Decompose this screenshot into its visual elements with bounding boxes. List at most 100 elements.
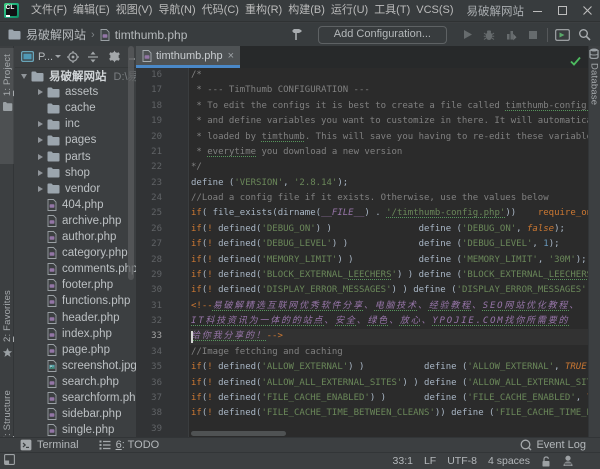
expand-arrow-icon[interactable]: [38, 186, 43, 192]
tree-item-vendor[interactable]: vendor: [15, 181, 136, 197]
code-line-23[interactable]: define ('VERSION', '2.8.14');: [191, 176, 348, 191]
tree-item-shop[interactable]: shop: [15, 165, 136, 181]
locate-file-button[interactable]: [67, 51, 79, 63]
editor-gutter[interactable]: 1617181920212223242526272829303132333435…: [136, 68, 189, 437]
code-line-36[interactable]: if(! defined('ALLOW_ALL_EXTERNAL_SITES')…: [191, 376, 588, 391]
run-anything-button[interactable]: [551, 26, 573, 44]
code-line-21[interactable]: * everytime you download a new version: [191, 145, 402, 160]
tool-button-project[interactable]: 1: Project: [0, 48, 14, 164]
code-line-20[interactable]: * loaded by timthumb. This will save you…: [191, 130, 588, 145]
code-line-28[interactable]: if(! defined('MEMORY_LIMIT') ) define ('…: [191, 253, 587, 268]
code-line-24[interactable]: //Load a config file if it exists. Other…: [191, 191, 549, 206]
tree-item-page.php[interactable]: page.php: [15, 342, 136, 358]
code-line-38[interactable]: if(! defined('FILE_CACHE_TIME_BETWEEN_CL…: [191, 406, 588, 421]
tree-item-functions.php[interactable]: functions.php: [15, 293, 136, 309]
code-line-37[interactable]: if(! defined('FILE_CACHE_ENABLED') ) def…: [191, 391, 588, 406]
menu-VCS(S)[interactable]: VCS(S): [413, 0, 456, 21]
tree-item-author.php[interactable]: author.php: [15, 229, 136, 245]
expand-arrow-icon[interactable]: [21, 74, 27, 79]
tree-item-404.php[interactable]: 404.php: [15, 197, 136, 213]
tree-item-inc[interactable]: inc: [15, 116, 136, 132]
encoding-widget[interactable]: UTF-8: [447, 455, 477, 467]
project-settings-button[interactable]: [108, 50, 121, 63]
menu-导航(N)[interactable]: 导航(N): [155, 0, 198, 21]
tree-item-footer.php[interactable]: footer.php: [15, 277, 136, 293]
code-line-35[interactable]: if(! defined('ALLOW_EXTERNAL') ) define …: [191, 360, 588, 375]
menu-构建(B)[interactable]: 构建(B): [285, 0, 328, 21]
code-line-27[interactable]: if(! defined('DEBUG_LEVEL') ) define ('D…: [191, 237, 560, 252]
toolwindow-switcher-icon[interactable]: [4, 454, 15, 468]
code-line-30[interactable]: if(! defined('DISPLAY_ERROR_MESSAGES') )…: [191, 283, 588, 298]
code-line-17[interactable]: * --- TimThumb CONFIGURATION ---: [191, 83, 370, 98]
code-line-16[interactable]: /*: [191, 68, 202, 83]
hector-inspector-icon[interactable]: [562, 455, 574, 467]
maximize-button[interactable]: [550, 0, 575, 21]
tool-button-todo[interactable]: 6: TODO: [99, 439, 160, 451]
menu-视图(V)[interactable]: 视图(V): [113, 0, 156, 21]
search-everywhere-button[interactable]: [573, 26, 595, 44]
code-line-31[interactable]: <!--易破解精选互联网优秀软件分享、电脑技术、经验教程、SEO网站优化教程、: [191, 299, 580, 314]
code-line-22[interactable]: */: [191, 160, 202, 175]
tree-item-parts[interactable]: parts: [15, 149, 136, 165]
expand-arrow-icon[interactable]: [38, 170, 43, 176]
tree-item-searchform.php[interactable]: searchform.php: [15, 390, 136, 406]
tab-timthumb-php[interactable]: timthumb.php ×: [136, 46, 240, 65]
tree-item-sidebar.php[interactable]: sidebar.php: [15, 406, 136, 422]
indent-widget[interactable]: 4 spaces: [488, 455, 530, 467]
tree-item-screenshot.jpg[interactable]: screenshot.jpg: [15, 358, 136, 374]
tree-item-header.php[interactable]: header.php: [15, 310, 136, 326]
menu-运行(U)[interactable]: 运行(U): [328, 0, 371, 21]
code-line-26[interactable]: if(! defined('DEBUG_ON') ) define ('DEBU…: [191, 222, 565, 237]
expand-arrow-icon[interactable]: [38, 154, 43, 160]
menu-文件(F)[interactable]: 文件(F): [28, 0, 70, 21]
stop-button[interactable]: [522, 26, 544, 44]
tree-item-pages[interactable]: pages: [15, 132, 136, 148]
menu-工具(T)[interactable]: 工具(T): [371, 0, 413, 21]
build-project-button[interactable]: [286, 26, 308, 44]
tab-close-icon[interactable]: ×: [228, 51, 234, 61]
tool-button-terminal[interactable]: Terminal: [20, 439, 79, 451]
expand-arrow-icon[interactable]: [38, 121, 43, 127]
menu-重构(R)[interactable]: 重构(R): [242, 0, 285, 21]
tree-item-search.php[interactable]: search.php: [15, 374, 136, 390]
tree-item-assets[interactable]: assets: [15, 84, 136, 100]
tree-item-index.php[interactable]: index.php: [15, 326, 136, 342]
tool-button-database[interactable]: Database: [588, 48, 600, 178]
code-line-29[interactable]: if(! defined('BLOCK_EXTERNAL_LEECHERS') …: [191, 268, 588, 283]
coverage-button[interactable]: [500, 26, 522, 44]
code-line-25[interactable]: if( file_exists(dirname(__FILE__) . '/ti…: [191, 206, 588, 221]
run-button[interactable]: [456, 26, 478, 44]
menu-编辑(E)[interactable]: 编辑(E): [70, 0, 113, 21]
tool-button-event-log[interactable]: Event Log: [520, 439, 586, 451]
run-configuration-selector[interactable]: Add Configuration...: [318, 26, 447, 44]
collapse-all-button[interactable]: [87, 51, 99, 63]
tree-item-archive.php[interactable]: archive.php: [15, 213, 136, 229]
caret-position-widget[interactable]: 33:1: [393, 455, 413, 467]
minimize-button[interactable]: [525, 0, 550, 21]
lock-icon[interactable]: [541, 456, 551, 467]
tree-item-cache[interactable]: cache: [15, 100, 136, 116]
expand-arrow-icon[interactable]: [38, 89, 43, 95]
breadcrumb-file[interactable]: timthumb.php: [100, 28, 188, 42]
code-line-33[interactable]: 给你我分享的！-->: [191, 329, 283, 344]
debug-button[interactable]: [478, 26, 500, 44]
tree-item-category.php[interactable]: category.php: [15, 245, 136, 261]
menu-代码(C)[interactable]: 代码(C): [199, 0, 242, 21]
code-line-34[interactable]: //Image fetching and caching: [191, 345, 343, 360]
tree-item-comments.php[interactable]: comments.php: [15, 261, 136, 277]
code-line-18[interactable]: * To edit the configs it is best to crea…: [191, 99, 588, 114]
code-segment: ,: [516, 224, 527, 234]
line-ending-widget[interactable]: LF: [424, 455, 436, 467]
project-view-selector[interactable]: P...: [38, 51, 61, 63]
code-area[interactable]: 1617181920212223242526272829303132333435…: [136, 68, 588, 437]
breadcrumb-project[interactable]: 易破解网站: [8, 26, 86, 43]
code-line-32[interactable]: IT科技资讯为一体的的站点、安全、绿色、放心、YPOJIE.COM找你所需要的: [191, 314, 569, 329]
tool-button-favorites[interactable]: 2: Favorites: [0, 290, 14, 386]
code-line-19[interactable]: * and define variables you want to custo…: [191, 114, 588, 129]
project-tree-scrollbar[interactable]: [128, 46, 134, 280]
close-button[interactable]: [575, 0, 600, 21]
tree-item-single.php[interactable]: single.php: [15, 422, 136, 437]
tree-item-易破解网站[interactable]: 易破解网站D:\易破解网站: [15, 68, 136, 84]
expand-arrow-icon[interactable]: [38, 137, 43, 143]
horizontal-scrollbar[interactable]: [191, 431, 286, 436]
